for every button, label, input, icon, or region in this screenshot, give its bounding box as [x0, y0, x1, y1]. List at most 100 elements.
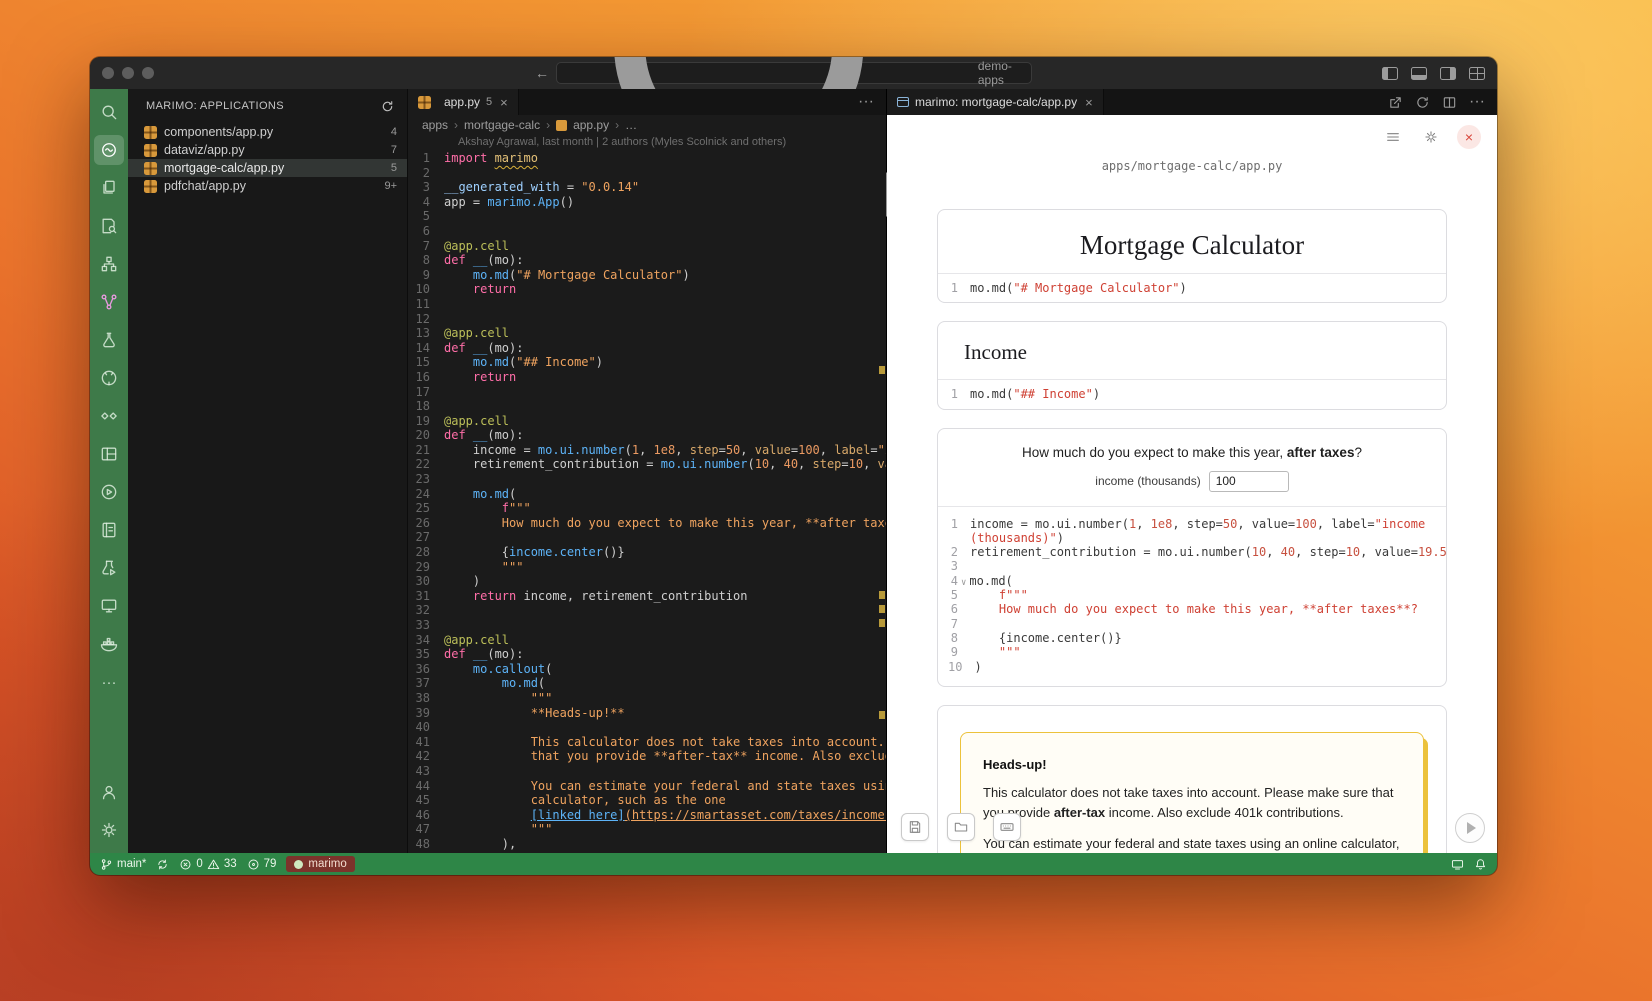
cell-title: Mortgage Calculator 1mo.md("# Mortgage C…: [937, 209, 1447, 303]
problems-item[interactable]: 0 33: [179, 858, 236, 871]
file-list: components/app.py4dataviz/app.py7mortgag…: [128, 123, 407, 195]
file-item[interactable]: components/app.py4: [128, 123, 407, 141]
code-line: 37 mo.md(: [408, 676, 886, 691]
cell2-code[interactable]: 1mo.md("## Income"): [938, 379, 1446, 408]
code-line: 5 f""": [948, 588, 1436, 602]
run-app-button[interactable]: [1455, 813, 1485, 843]
cell1-code[interactable]: 1mo.md("# Mortgage Calculator"): [938, 273, 1446, 302]
code-line: 19@app.cell: [408, 414, 886, 429]
activity-gems-icon[interactable]: [94, 401, 124, 431]
editor-more-actions-icon[interactable]: ···: [858, 93, 874, 111]
breadcrumb-item[interactable]: mortgage-calc: [464, 118, 540, 132]
browser-preview-icon: [897, 97, 909, 107]
file-name: mortgage-calc/app.py: [164, 161, 391, 175]
activity-account-icon[interactable]: [94, 777, 124, 807]
keyboard-shortcuts-button[interactable]: [993, 813, 1021, 841]
activity-copy-files-icon[interactable]: [94, 173, 124, 203]
income-input-label: income (thousands): [1095, 474, 1200, 488]
traffic-lights: [102, 67, 154, 79]
file-item[interactable]: pdfchat/app.py9+: [128, 177, 407, 195]
breadcrumb-item[interactable]: apps: [422, 118, 448, 132]
marimo-file-icon: [556, 120, 567, 131]
notifications-item[interactable]: [1474, 858, 1487, 871]
activity-search-icon[interactable]: [94, 97, 124, 127]
reload-icon[interactable]: [1415, 95, 1430, 110]
open-external-icon[interactable]: [1388, 95, 1403, 110]
minimize-window-button[interactable]: [122, 67, 134, 79]
sync-icon: [156, 858, 169, 871]
menu-hamburger-icon[interactable]: [1381, 125, 1405, 149]
broadcast-item[interactable]: [1451, 858, 1464, 871]
code-line: 25 f""": [408, 501, 886, 516]
code-line: 17: [408, 385, 886, 400]
open-folder-button[interactable]: [947, 813, 975, 841]
code-line: 45 calculator, such as the one: [408, 793, 886, 808]
activity-org-chart-icon[interactable]: [94, 249, 124, 279]
activity-marimo-icon[interactable]: [94, 135, 124, 165]
marimo-file-icon: [144, 180, 157, 193]
activity-remote-monitor-icon[interactable]: [94, 591, 124, 621]
warning-count: 33: [224, 858, 237, 870]
warning-mark: [879, 366, 885, 374]
activity-docker-icon[interactable]: [94, 629, 124, 659]
code-line: 21 income = mo.ui.number(1, 1e8, step=50…: [408, 443, 886, 458]
cell3-code[interactable]: 1income = mo.ui.number(1, 1e8, step=50, …: [938, 506, 1446, 686]
back-icon[interactable]: ←: [535, 65, 549, 81]
hint-count-item[interactable]: 79: [247, 858, 277, 871]
activity-layout-icon[interactable]: [94, 439, 124, 469]
file-badge: 5: [391, 162, 397, 174]
code-line: 42 that you provide **after-tax** income…: [408, 749, 886, 764]
sync-item[interactable]: [156, 858, 169, 871]
git-branch-item[interactable]: main*: [100, 858, 146, 871]
toggle-panel-icon[interactable]: [1411, 67, 1427, 80]
activity-notebook-icon[interactable]: [94, 515, 124, 545]
activity-settings-gear-icon[interactable]: [94, 815, 124, 845]
code-line: 23: [408, 472, 886, 487]
breadcrumb-item[interactable]: app.py: [573, 118, 609, 132]
split-editor-icon[interactable]: [1442, 95, 1457, 110]
code-line: 9 mo.md("# Mortgage Calculator"): [408, 268, 886, 283]
activity-test-beaker-icon[interactable]: [94, 553, 124, 583]
activity-file-search-icon[interactable]: [94, 211, 124, 241]
activity-github-icon[interactable]: [94, 363, 124, 393]
file-item[interactable]: dataviz/app.py7: [128, 141, 407, 159]
vscode-window: ← → demo-apps: [90, 57, 1497, 875]
app-settings-gear-icon[interactable]: [1419, 125, 1443, 149]
preview-more-actions-icon[interactable]: ···: [1469, 93, 1485, 111]
editor-code[interactable]: 1import marimo23__generated_with = "0.0.…: [408, 150, 886, 853]
code-line: 14def __(mo):: [408, 341, 886, 356]
activity-run-circle-icon[interactable]: [94, 477, 124, 507]
app-close-icon[interactable]: ×: [1457, 125, 1481, 149]
activity-more-icon[interactable]: ···: [94, 667, 124, 697]
callout-title: Heads-up!: [983, 757, 1401, 772]
search-text: demo-apps: [978, 59, 1031, 87]
save-notebook-button[interactable]: [901, 813, 929, 841]
breadcrumb-separator: ›: [546, 118, 550, 132]
file-item[interactable]: mortgage-calc/app.py5: [128, 159, 407, 177]
fold-chevron-icon[interactable]: ∨: [961, 576, 966, 588]
marimo-status-badge[interactable]: marimo: [286, 856, 354, 872]
app-title: Mortgage Calculator: [938, 210, 1446, 273]
code-line: 44 You can estimate your federal and sta…: [408, 779, 886, 794]
breadcrumb-separator: ›: [454, 118, 458, 132]
breadcrumb-item[interactable]: …: [625, 118, 637, 132]
file-name: dataviz/app.py: [164, 143, 391, 157]
toggle-secondary-sidebar-icon[interactable]: [1440, 67, 1456, 80]
command-center-search[interactable]: demo-apps: [556, 62, 1032, 84]
tab-app-py[interactable]: app.py 5 ×: [408, 89, 519, 115]
income-number-input[interactable]: [1209, 471, 1289, 492]
activity-pipeline-icon[interactable]: [94, 287, 124, 317]
tab-close-icon[interactable]: ×: [1085, 95, 1093, 110]
toggle-sidebar-icon[interactable]: [1382, 67, 1398, 80]
activity-flask-icon[interactable]: [94, 325, 124, 355]
code-line: 1import marimo: [408, 151, 886, 166]
refresh-icon[interactable]: [380, 99, 395, 114]
gitlens-blame-annotation: Akshay Agrawal, last month | 2 authors (…: [408, 135, 886, 150]
cell-income-heading: Income 1mo.md("## Income"): [937, 321, 1447, 409]
tab-close-icon[interactable]: ×: [500, 95, 508, 110]
close-window-button[interactable]: [102, 67, 114, 79]
customize-layout-icon[interactable]: [1469, 67, 1485, 80]
zoom-window-button[interactable]: [142, 67, 154, 79]
bell-icon: [1474, 858, 1487, 871]
marimo-logo-icon: [294, 860, 303, 869]
